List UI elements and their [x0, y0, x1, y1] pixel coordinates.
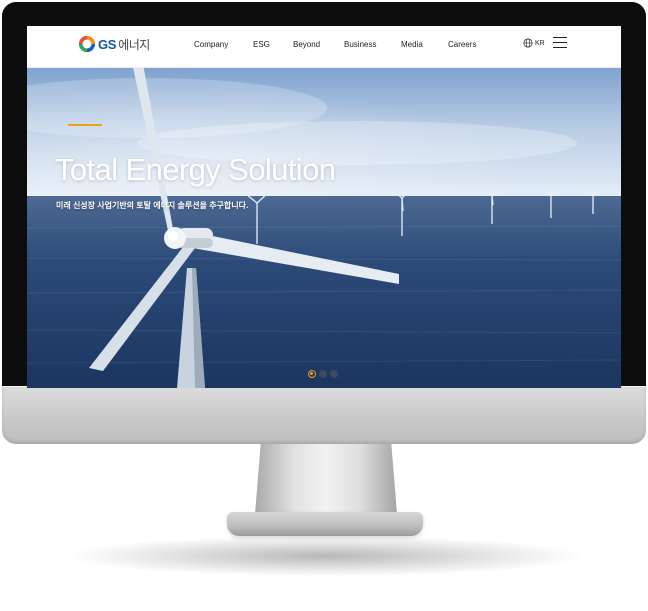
language-selector[interactable]: KR: [523, 38, 545, 48]
site-header: GS 에너지 Company ESG Beyond Business Media…: [27, 26, 621, 68]
nav-item-media[interactable]: Media: [401, 40, 423, 49]
hero-subtitle: 미래 신성장 사업기반의 토탈 에너지 솔루션을 추구합니다.: [56, 201, 249, 210]
monitor-stand-base: [227, 512, 423, 536]
logo-gs-text: GS: [98, 36, 117, 52]
language-label: KR: [535, 39, 545, 47]
monitor-shadow: [70, 536, 580, 576]
monitor-chin: [2, 386, 646, 444]
hero-accent-line: [68, 124, 102, 126]
nav-item-company[interactable]: Company: [194, 40, 228, 49]
monitor-screen: GS 에너지 Company ESG Beyond Business Media…: [27, 26, 621, 388]
nav-item-business[interactable]: Business: [344, 40, 376, 49]
nav-item-careers[interactable]: Careers: [448, 40, 476, 49]
slide-dot[interactable]: [330, 370, 338, 378]
hamburger-menu-icon[interactable]: [553, 37, 567, 49]
hero-background-image: [27, 68, 621, 388]
monitor-stand-neck: [255, 444, 397, 514]
gs-energy-logo[interactable]: GS 에너지: [78, 35, 150, 53]
slide-indicator: [308, 370, 338, 378]
globe-icon: [523, 38, 533, 48]
hero-banner: Total Energy Solution 미래 신성장 사업기반의 토탈 에너…: [27, 68, 621, 388]
nav-item-esg[interactable]: ESG: [253, 40, 270, 49]
gs-logo-icon: [78, 35, 96, 53]
logo-energy-text: 에너지: [118, 37, 150, 52]
nav-item-beyond[interactable]: Beyond: [293, 40, 320, 49]
slide-dot[interactable]: [319, 370, 327, 378]
slide-dot-active[interactable]: [308, 370, 316, 378]
hero-title: Total Energy Solution: [55, 152, 336, 187]
